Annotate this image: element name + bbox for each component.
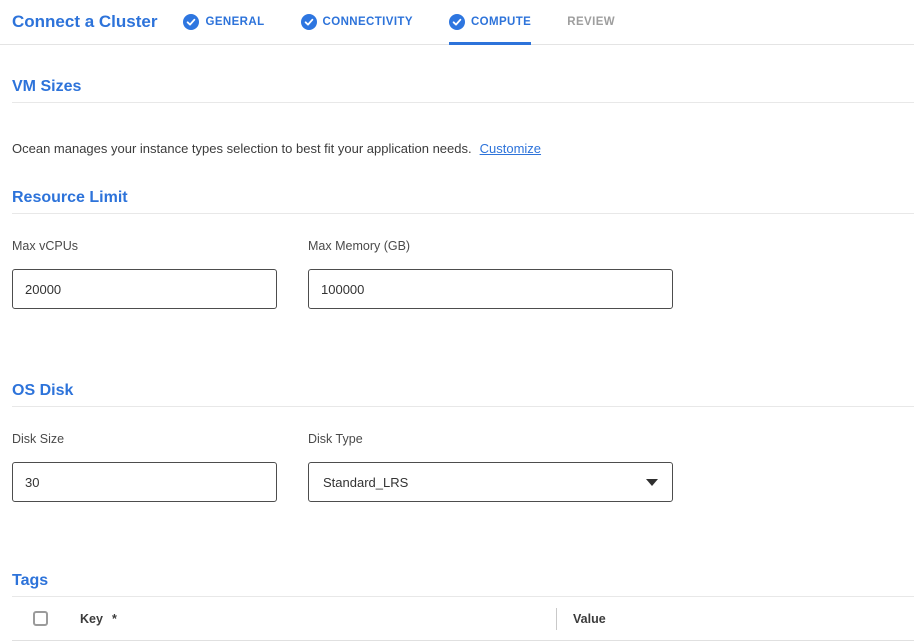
max-vcpus-label: Max vCPUs bbox=[12, 239, 277, 253]
customize-link[interactable]: Customize bbox=[480, 141, 541, 156]
step-label: GENERAL bbox=[205, 16, 264, 28]
step-label: COMPUTE bbox=[471, 16, 531, 28]
chevron-down-icon bbox=[646, 479, 658, 486]
required-marker: * bbox=[112, 612, 117, 626]
vm-sizes-heading: VM Sizes bbox=[12, 78, 914, 103]
compute-step-content: VM Sizes Ocean manages your instance typ… bbox=[0, 78, 914, 641]
disk-type-selected-value: Standard_LRS bbox=[323, 475, 408, 490]
step-label: REVIEW bbox=[567, 16, 615, 28]
wizard-steps: GENERAL CONNECTIVITY COMPUTE REVIEW bbox=[183, 0, 651, 44]
max-memory-input[interactable] bbox=[308, 269, 673, 309]
disk-type-select[interactable]: Standard_LRS bbox=[308, 462, 673, 502]
wizard-header: Connect a Cluster GENERAL CONNECTIVITY bbox=[0, 0, 914, 45]
vm-sizes-description-text: Ocean manages your instance types select… bbox=[12, 141, 472, 156]
vm-sizes-description: Ocean manages your instance types select… bbox=[12, 141, 914, 156]
disk-size-input[interactable] bbox=[12, 462, 277, 502]
step-connectivity[interactable]: CONNECTIVITY bbox=[301, 0, 413, 44]
step-general[interactable]: GENERAL bbox=[183, 0, 264, 44]
disk-size-field-group: Disk Size bbox=[12, 432, 277, 502]
page-title: Connect a Cluster bbox=[12, 12, 157, 32]
disk-type-label: Disk Type bbox=[308, 432, 673, 446]
resource-limit-heading: Resource Limit bbox=[12, 189, 914, 214]
value-column-label: Value bbox=[557, 612, 606, 626]
check-circle-icon bbox=[301, 14, 317, 30]
value-column-cell: Value bbox=[556, 608, 914, 630]
disk-size-label: Disk Size bbox=[12, 432, 277, 446]
key-column-label: Key bbox=[80, 612, 103, 626]
key-column-header: Key * bbox=[80, 612, 556, 626]
max-vcpus-field-group: Max vCPUs bbox=[12, 239, 277, 309]
os-disk-fields: Disk Size Disk Type Standard_LRS bbox=[12, 432, 914, 502]
select-all-checkbox[interactable] bbox=[33, 611, 48, 626]
check-circle-icon bbox=[183, 14, 199, 30]
max-vcpus-input[interactable] bbox=[12, 269, 277, 309]
step-review[interactable]: REVIEW bbox=[567, 0, 615, 44]
step-label: CONNECTIVITY bbox=[323, 16, 413, 28]
resource-limit-fields: Max vCPUs Max Memory (GB) bbox=[12, 239, 914, 309]
check-circle-icon bbox=[449, 14, 465, 30]
tags-table-header: Key * Value bbox=[12, 597, 914, 641]
step-compute[interactable]: COMPUTE bbox=[449, 0, 531, 44]
max-memory-field-group: Max Memory (GB) bbox=[308, 239, 673, 309]
max-memory-label: Max Memory (GB) bbox=[308, 239, 673, 253]
disk-type-field-group: Disk Type Standard_LRS bbox=[308, 432, 673, 502]
tags-heading: Tags bbox=[12, 572, 914, 597]
os-disk-heading: OS Disk bbox=[12, 382, 914, 407]
